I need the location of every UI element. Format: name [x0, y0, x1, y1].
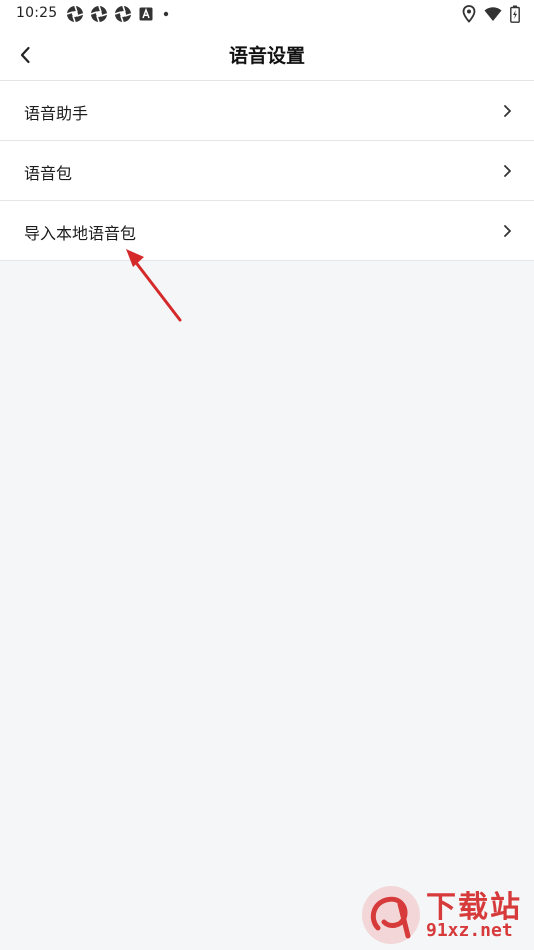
location-icon [462, 5, 476, 23]
aperture-icon [114, 5, 132, 23]
menu-item-label: 语音包 [24, 164, 73, 183]
site-watermark: 下载站 91xz.net [360, 882, 530, 948]
chevron-right-icon [502, 103, 512, 117]
settings-menu-list: 语音助手 语音包 导入本地语音包 [0, 81, 534, 261]
menu-item-voice-pack[interactable]: 语音包 [0, 141, 534, 201]
status-bar: 10:25 [0, 0, 534, 28]
annotation-arrow [120, 240, 190, 334]
status-system-icons [462, 5, 520, 23]
menu-item-voice-assistant[interactable]: 语音助手 [0, 81, 534, 141]
aperture-icon [90, 5, 108, 23]
watermark-url: 91xz.net [426, 920, 513, 941]
battery-icon [510, 5, 520, 23]
chevron-right-icon [502, 223, 512, 237]
aperture-icon [66, 5, 84, 23]
menu-item-label: 语音助手 [24, 104, 89, 123]
dot-icon [160, 8, 172, 20]
app-header: 语音设置 [0, 28, 534, 81]
page-title: 语音设置 [228, 45, 305, 67]
watermark-logo [360, 884, 422, 950]
chevron-right-icon [502, 163, 512, 177]
status-time: 10:25 [16, 5, 58, 21]
menu-item-import-local-voice-pack[interactable]: 导入本地语音包 [0, 201, 534, 261]
status-notification-icons [66, 5, 172, 23]
a-box-icon [138, 6, 154, 22]
wifi-icon [484, 6, 502, 22]
